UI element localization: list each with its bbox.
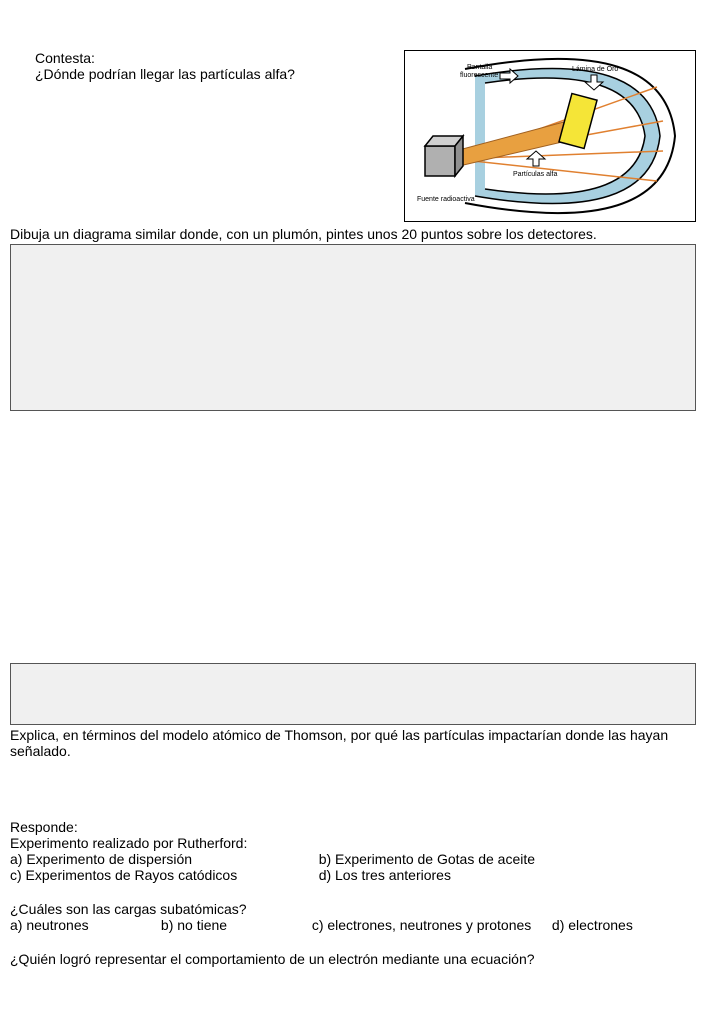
respond-title: Responde: [10,819,696,835]
q2-option-a[interactable]: a) neutrones [10,917,161,933]
instruction-1: Dibuja un diagrama similar donde, con un… [10,226,696,242]
q2-option-c[interactable]: c) electrones, neutrones y protones [312,917,552,933]
explain-instruction: Explica, en términos del modelo atómico … [10,727,696,759]
q1-option-c[interactable]: c) Experimentos de Rayos catódicos [10,867,319,883]
q1-option-a[interactable]: a) Experimento de dispersión [10,851,319,867]
q2-option-d[interactable]: d) electrones [552,917,655,933]
section-title: Contesta: [35,50,394,66]
q2-option-b[interactable]: b) no tiene [161,917,312,933]
label-pantalla-b: fluorescente [460,72,498,79]
q2-text: ¿Cuáles son las cargas subatómicas? [10,901,696,917]
q1-text: Experimento realizado por Rutherford: [10,835,696,851]
label-lamina: Lámina de Oro [572,66,618,73]
q3-text: ¿Quién logró representar el comportamien… [10,951,696,967]
q1-option-b[interactable]: b) Experimento de Gotas de aceite [319,851,696,867]
label-fuente: Fuente radioactiva [417,196,475,203]
label-pantalla-a: Pantalla [467,64,492,71]
drawing-area-1[interactable] [10,244,696,411]
rutherford-diagram: Pantalla fluorescente Lámina de Oro Part… [404,50,696,222]
question-1: ¿Dónde podrían llegar las partículas alf… [35,66,394,82]
answer-box-1[interactable] [10,663,696,725]
q1-option-d[interactable]: d) Los tres anteriores [319,867,696,883]
label-particulas: Partículas alfa [513,171,557,178]
